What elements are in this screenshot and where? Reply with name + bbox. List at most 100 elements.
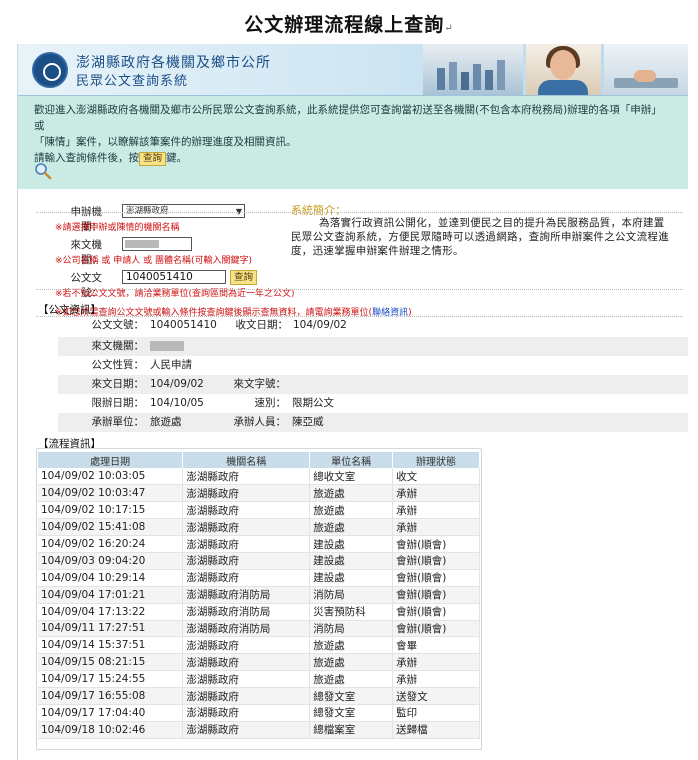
county-emblem-icon [32, 52, 68, 88]
table-row: 104/09/15 08:21:15 澎湖縣政府 旅遊處 承辦 [38, 653, 480, 672]
table-cell: 總收文室 [309, 468, 394, 486]
table-cell: 澎湖縣政府 [182, 501, 311, 520]
sender-hint: ※公司名稱 或 申請人 或 團體名稱(可輸入關鍵字) [55, 256, 253, 266]
table-cell: 旅遊處 [309, 670, 394, 689]
table-cell: 104/09/17 17:04:40 [38, 704, 184, 722]
table-cell: 澎湖縣政府 [182, 484, 311, 503]
sender-input[interactable] [122, 237, 192, 251]
unit-label: 承辦單位： [91, 416, 145, 428]
table-cell: 會辦(順會) [392, 569, 480, 587]
table-cell: 104/09/18 10:02:46 [38, 721, 184, 739]
table-cell: 104/09/04 17:13:22 [38, 603, 184, 621]
speed-value: 限期公文 [292, 397, 334, 409]
table-cell: 104/09/14 15:37:51 [38, 636, 184, 655]
table-cell: 承辦 [392, 670, 480, 689]
table-cell: 澎湖縣政府消防局 [182, 586, 311, 604]
banner-books-image [423, 44, 523, 95]
site-banner: 澎湖縣政府各機關及鄉市公所 民眾公文查詢系統 [18, 44, 688, 96]
table-cell: 104/09/02 16:20:24 [38, 535, 184, 553]
flow-table: 處理日期 機關名稱 單位名稱 辦理狀態 104/09/02 10:03:05 澎湖… [38, 452, 480, 739]
doc-no-label: 公文文號： [91, 319, 145, 331]
table-cell: 總發文室 [309, 687, 394, 705]
column-header: 辦理狀態 [392, 452, 480, 468]
table-row: 104/09/04 17:13:22 澎湖縣政府消防局 災害預防科 會辦(順會) [38, 603, 480, 621]
deadline-label: 限辦日期： [91, 397, 145, 409]
table-cell: 澎湖縣政府 [182, 468, 311, 486]
table-cell: 建設處 [309, 535, 394, 553]
table-cell: 104/09/04 10:29:14 [38, 569, 184, 587]
nature-value: 人民申請 [150, 359, 192, 371]
agency-select[interactable]: 澎湖縣政府 ▼ [122, 204, 245, 218]
docno-hint: ※若不知公文文號，請洽業務單位(查詢區間為近一年之公文) [55, 289, 295, 299]
table-cell: 104/09/04 17:01:21 [38, 586, 184, 604]
table-row: 104/09/14 15:37:51 澎湖縣政府 旅遊處 會畢 [38, 636, 480, 655]
recv-date-value: 104/09/02 [293, 319, 347, 331]
doc-info-row: 限辦日期： 104/10/05 速別： 限期公文 [58, 394, 688, 413]
table-cell: 104/09/02 15:41:08 [38, 518, 184, 537]
table-cell: 旅遊處 [309, 518, 394, 537]
table-header-row: 處理日期 機關名稱 單位名稱 辦理狀態 [38, 452, 480, 468]
table-cell: 澎湖縣政府消防局 [182, 620, 311, 638]
sender-agency-value [150, 337, 184, 356]
system-intro-text: 為落實行政資訊公開化，並達到便民之目的提升為民服務品質，本府建置民眾公文查詢系統… [291, 217, 669, 257]
table-row: 104/09/17 15:24:55 澎湖縣政府 旅遊處 承辦 [38, 670, 480, 689]
table-cell: 會辦(順會) [392, 552, 480, 570]
sender-agency-label: 來文機關： [91, 340, 145, 352]
query-button[interactable]: 查詢 [230, 270, 258, 285]
table-cell: 承辦 [392, 653, 480, 672]
sent-date-label: 來文日期： [91, 378, 145, 390]
table-row: 104/09/02 16:20:24 澎湖縣政府 建設處 會辦(順會) [38, 535, 480, 553]
banner-operator-image [526, 44, 601, 95]
table-row: 104/09/02 10:03:47 澎湖縣政府 旅遊處 承辦 [38, 484, 480, 503]
table-cell: 建設處 [309, 569, 394, 587]
table-cell: 旅遊處 [309, 501, 394, 520]
table-cell: 承辦 [392, 484, 480, 503]
doc-info-title: 【公文資訊】 [38, 304, 101, 316]
table-cell: 澎湖縣政府 [182, 636, 311, 655]
table-cell: 會辦(順會) [392, 603, 480, 621]
doc-info-row: 來文日期： 104/09/02 來文字號： [58, 375, 688, 394]
doc-info-row: 公文性質： 人民申請 [58, 356, 688, 375]
table-cell: 104/09/11 17:27:51 [38, 620, 184, 638]
table-cell: 澎湖縣政府 [182, 552, 311, 570]
table-row: 104/09/11 17:27:51 澎湖縣政府消防局 消防局 會辦(順會) [38, 620, 480, 638]
table-cell: 104/09/03 09:04:20 [38, 552, 184, 570]
table-cell: 會辦(順會) [392, 535, 480, 553]
table-cell: 承辦 [392, 518, 480, 537]
divider [36, 289, 683, 290]
table-cell: 104/09/15 08:21:15 [38, 653, 184, 672]
table-row: 104/09/02 10:17:15 澎湖縣政府 旅遊處 承辦 [38, 501, 480, 520]
speed-label: 速別： [254, 397, 287, 409]
table-row: 104/09/02 10:03:05 澎湖縣政府 總收文室 收文 [38, 468, 480, 486]
table-cell: 旅遊處 [309, 484, 394, 503]
redacted-value [125, 240, 159, 248]
table-cell: 104/09/17 16:55:08 [38, 687, 184, 705]
banner-subtitle: 民眾公文查詢系統 [76, 74, 189, 89]
doc-info-row: 公文文號： 1040051410 收文日期： 104/09/02 [18, 316, 688, 335]
table-cell: 104/09/02 10:17:15 [38, 501, 184, 520]
unit-value: 旅遊處 [150, 416, 182, 428]
agency-selected-value: 澎湖縣政府 [126, 206, 169, 216]
query-form: 申辦機關： 澎湖縣政府 ▼ ※請選擇申辦或陳情的機關名稱 來文機關： ※公司名稱… [18, 156, 688, 318]
table-cell: 送發文 [392, 687, 480, 705]
table-row: 104/09/04 17:01:21 澎湖縣政府消防局 消防局 會辦(順會) [38, 586, 480, 604]
table-cell: 會畢 [392, 636, 480, 655]
table-cell: 收文 [392, 468, 480, 486]
table-cell: 會辦(順會) [392, 586, 480, 604]
table-cell: 旅遊處 [309, 653, 394, 672]
column-header: 單位名稱 [309, 452, 394, 468]
table-cell: 104/09/17 15:24:55 [38, 670, 184, 689]
banner-keyboard-image [604, 44, 688, 95]
nature-label: 公文性質： [91, 359, 145, 371]
table-cell: 澎湖縣政府 [182, 670, 311, 689]
table-row: 104/09/04 10:29:14 澎湖縣政府 建設處 會辦(順會) [38, 569, 480, 587]
table-row: 104/09/17 17:04:40 澎湖縣政府 總發文室 監印 [38, 704, 480, 722]
table-cell: 104/09/02 10:03:05 [38, 468, 184, 486]
recv-date-label: 收文日期： [235, 319, 289, 331]
table-cell: 旅遊處 [309, 636, 394, 655]
column-header: 機關名稱 [182, 452, 311, 468]
table-row: 104/09/03 09:04:20 澎湖縣政府 建設處 會辦(順會) [38, 552, 480, 570]
sent-no-label: 來文字號： [233, 378, 287, 390]
table-cell: 災害預防科 [309, 603, 394, 621]
docno-input[interactable]: 1040051410 [122, 270, 226, 284]
